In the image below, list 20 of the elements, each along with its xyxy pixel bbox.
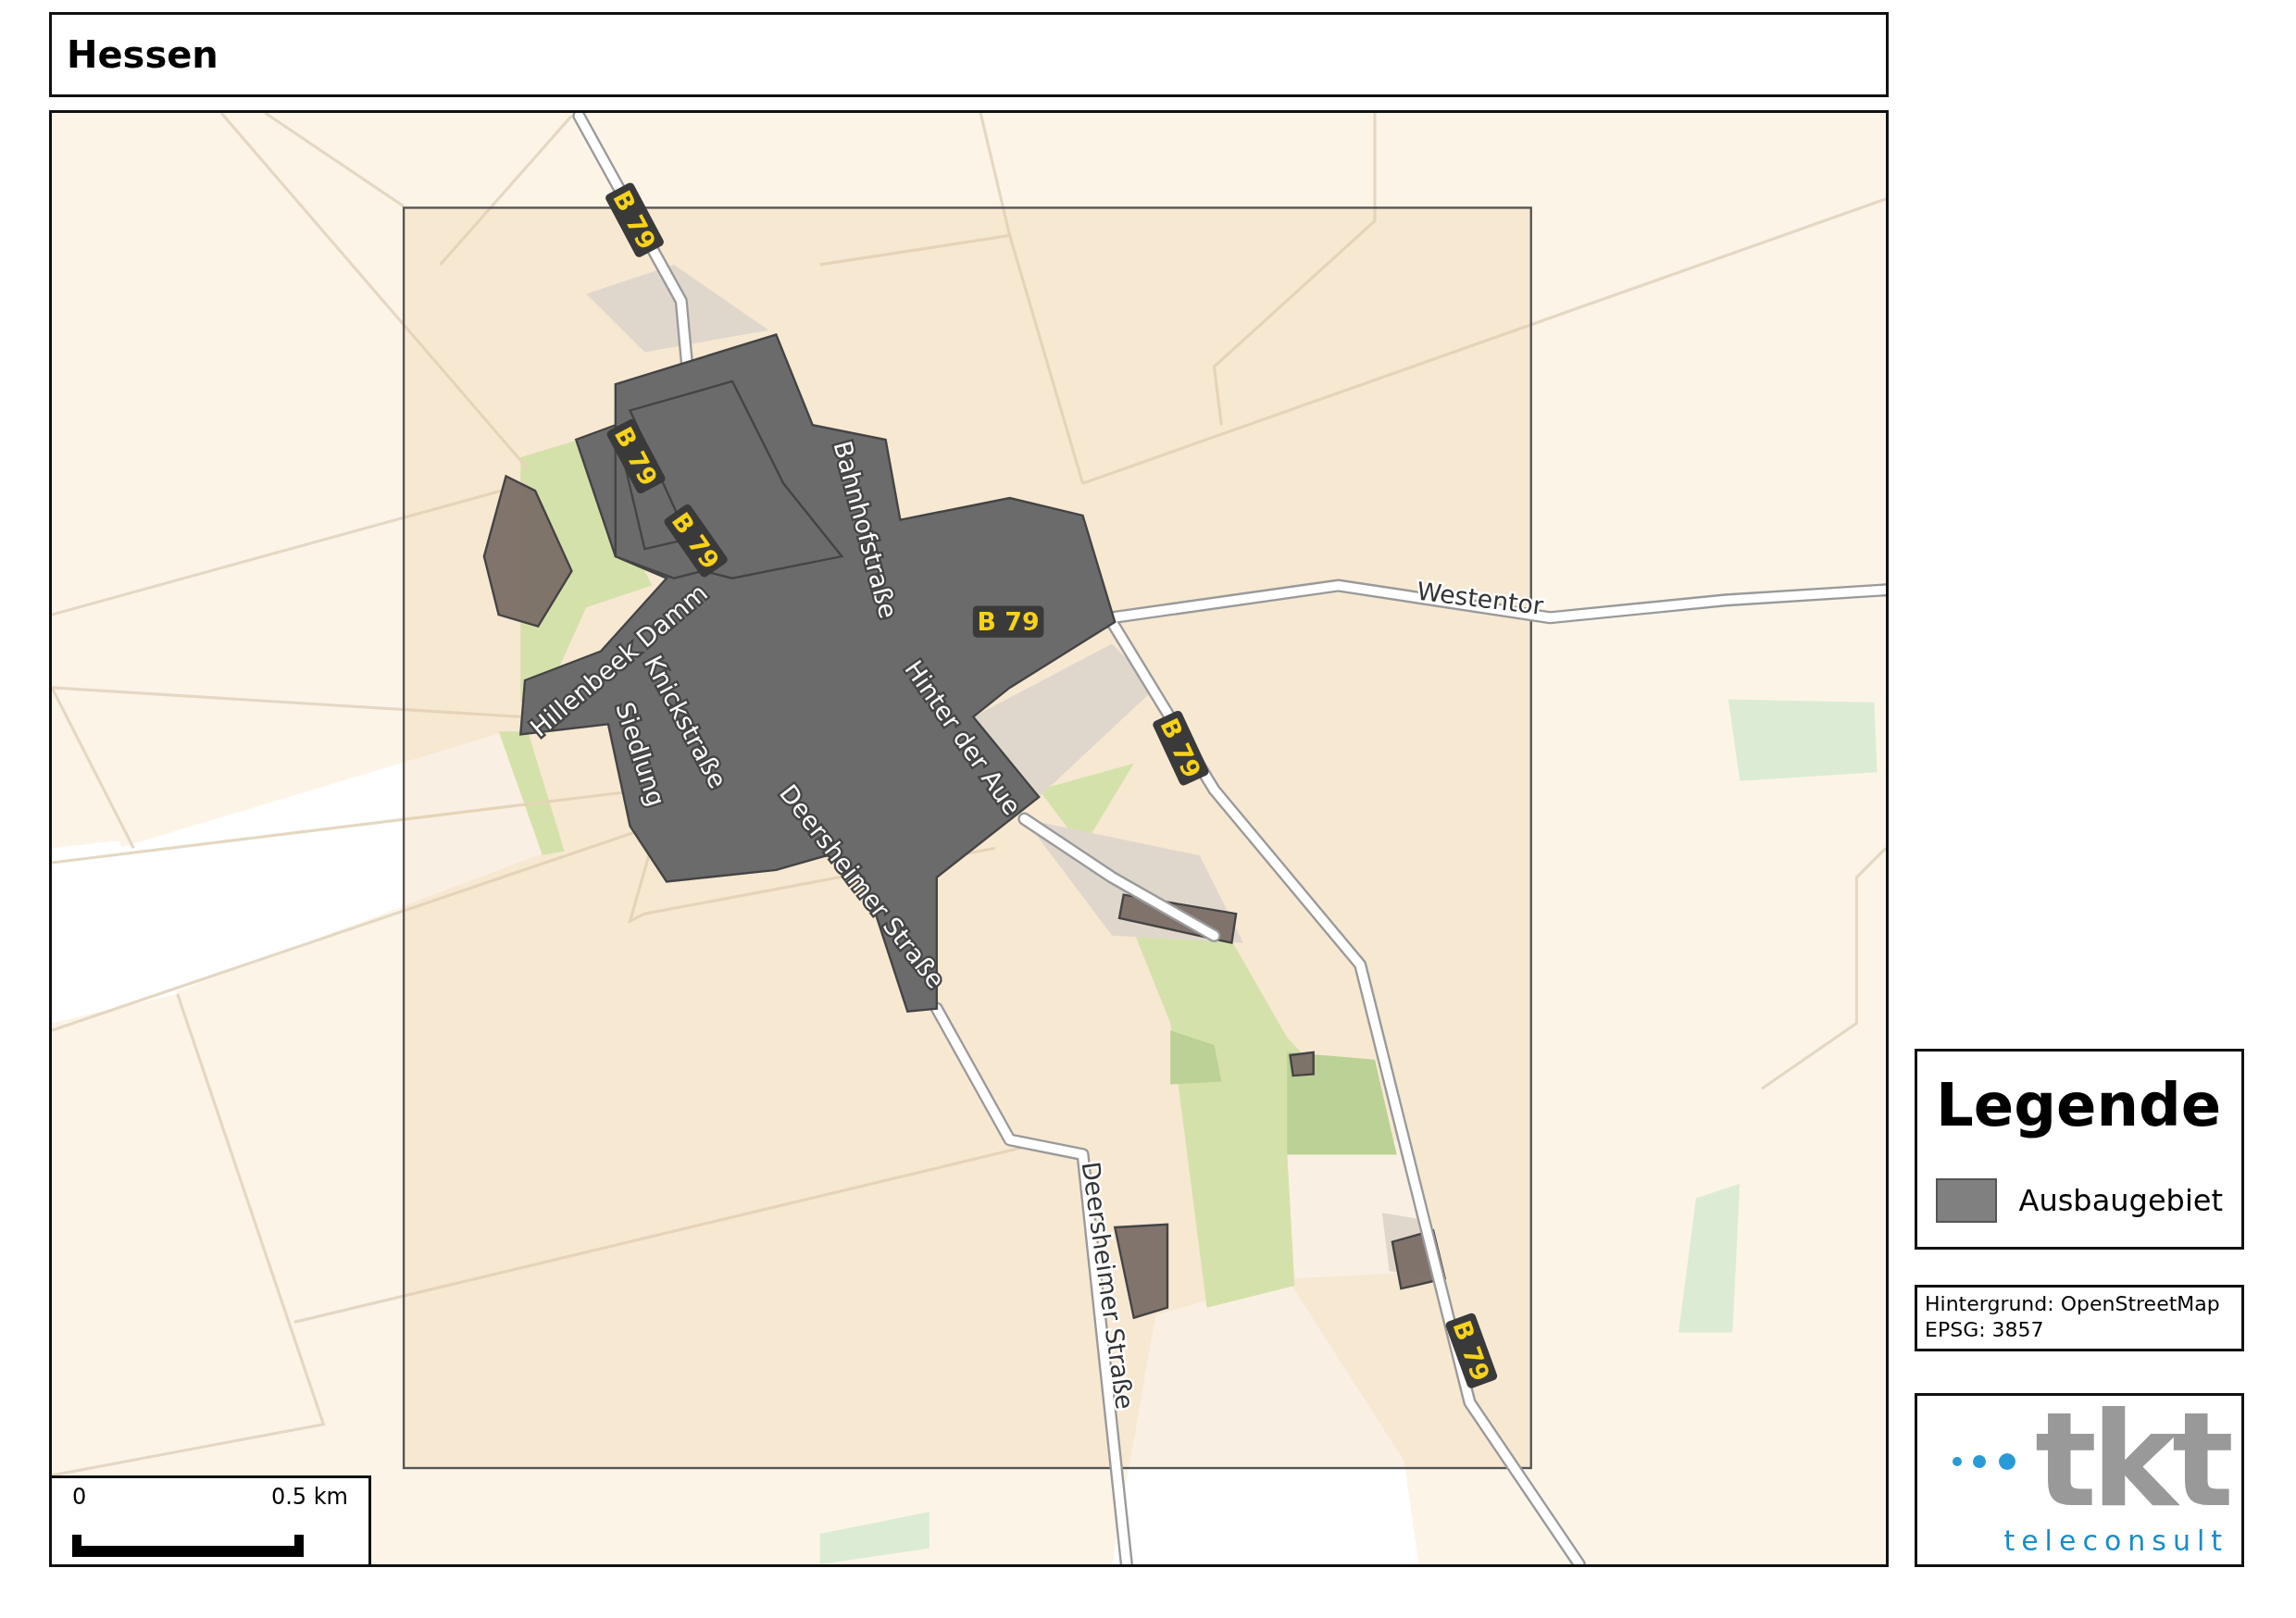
legend-label: Ausbaugebiet xyxy=(2018,1182,2223,1220)
development-area xyxy=(1391,1228,1447,1290)
info-text: Hintergrund: OpenStreetMap xyxy=(1925,1291,2221,1317)
info-text: EPSG: 3857 xyxy=(1925,1316,2045,1342)
map-title: Hessen xyxy=(67,32,218,78)
logo-wordmark: tkt xyxy=(2035,1405,2228,1515)
meadow-area xyxy=(1170,1030,1222,1085)
road-number-shield: B 79 xyxy=(1444,1312,1499,1389)
road-number-shield: B 79 xyxy=(662,503,730,579)
street-label: Deersheimer Straße xyxy=(1076,1159,1140,1412)
road-number-shield: B 79 xyxy=(605,417,668,495)
road-number-shield: B 79 xyxy=(1151,709,1211,788)
road-number-shield: B 79 xyxy=(972,605,1044,638)
scale-end-label: 0.5 km xyxy=(270,1486,348,1508)
legend-swatch xyxy=(1936,1178,1997,1223)
development-area xyxy=(1289,1051,1315,1077)
road-number-shield: B 79 xyxy=(604,180,666,259)
logo-tagline: teleconsult xyxy=(2003,1527,2228,1555)
street-label: Westentor xyxy=(1415,576,1545,621)
scale-start-label: 0 xyxy=(72,1486,87,1508)
